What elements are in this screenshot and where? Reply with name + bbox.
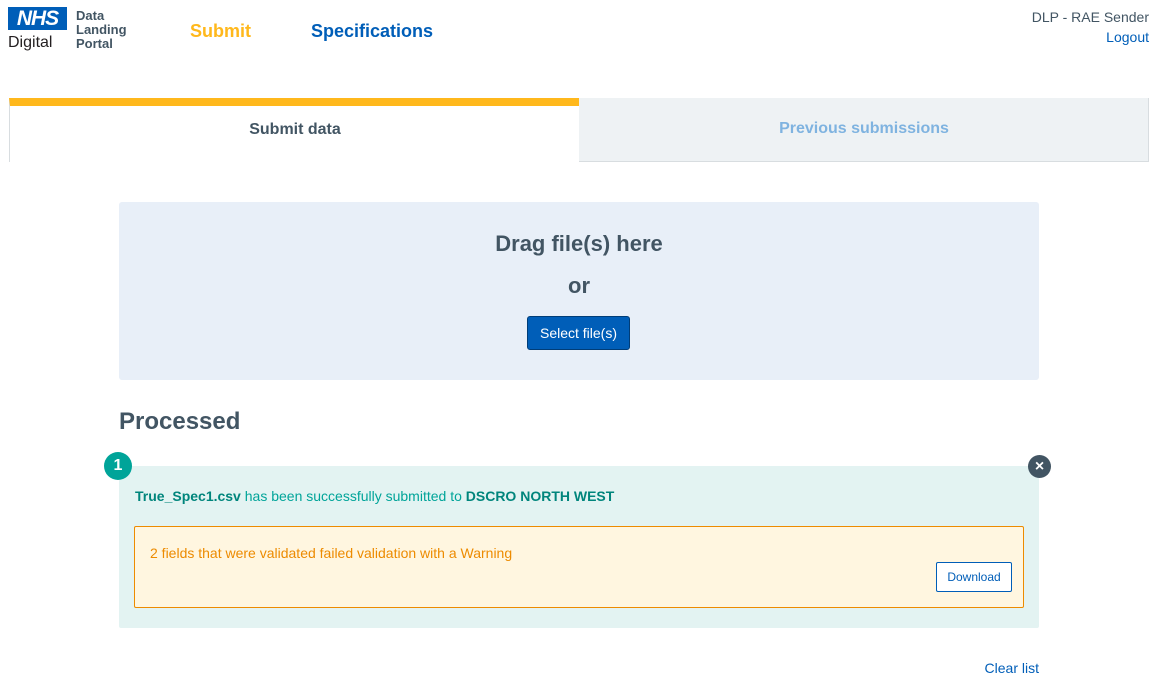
tab-submit-data[interactable]: Submit data: [9, 98, 579, 162]
warning-box: 2 fields that were validated failed vali…: [134, 526, 1024, 608]
portal-name-line2: Landing: [76, 22, 127, 37]
nhs-logo-sub: Digital: [8, 34, 53, 51]
file-dropzone[interactable]: Drag file(s) here or Select file(s): [119, 202, 1039, 380]
portal-name-line1: Data: [76, 8, 105, 23]
header: NHS Digital Data Landing Portal Submit S…: [0, 0, 1161, 60]
portal-name: Data Landing Portal: [76, 9, 146, 51]
nav-submit-link[interactable]: Submit: [190, 21, 251, 42]
result-card: True_Spec1.csv has been successfully sub…: [119, 466, 1039, 628]
count-badge: 1: [104, 452, 132, 480]
nhs-logo-text: NHS: [16, 7, 59, 30]
destination-name: DSCRO NORTH WEST: [465, 488, 615, 504]
download-button[interactable]: Download: [936, 562, 1012, 592]
user-name: DLP - RAE Sender: [1031, 9, 1149, 25]
logout-link[interactable]: Logout: [1106, 29, 1149, 45]
portal-name-line3: Portal: [76, 36, 113, 51]
nav-specifications-link[interactable]: Specifications: [311, 21, 433, 42]
tabs: Submit data Previous submissions: [9, 98, 1149, 162]
file-name: True_Spec1.csv: [135, 488, 241, 504]
select-files-button[interactable]: Select file(s): [527, 316, 630, 350]
success-message-middle: has been successfully submitted to: [240, 488, 466, 504]
tab-submit-data-label: Submit data: [249, 121, 341, 138]
clear-list-link[interactable]: Clear list: [985, 660, 1039, 676]
dropzone-title: Drag file(s) here: [495, 231, 663, 256]
nhs-digital-logo[interactable]: NHS Digital: [8, 7, 68, 53]
close-icon[interactable]: ×: [1028, 455, 1051, 478]
success-message: True_Spec1.csv has been successfully sub…: [135, 488, 614, 504]
nhs-logo-box: NHS: [8, 7, 67, 30]
processed-title: Processed: [119, 408, 241, 435]
dropzone-or: or: [568, 273, 590, 298]
tab-previous-submissions-label: Previous submissions: [779, 120, 949, 137]
tab-previous-submissions[interactable]: Previous submissions: [579, 98, 1149, 162]
warning-text: 2 fields that were validated failed vali…: [150, 545, 513, 561]
